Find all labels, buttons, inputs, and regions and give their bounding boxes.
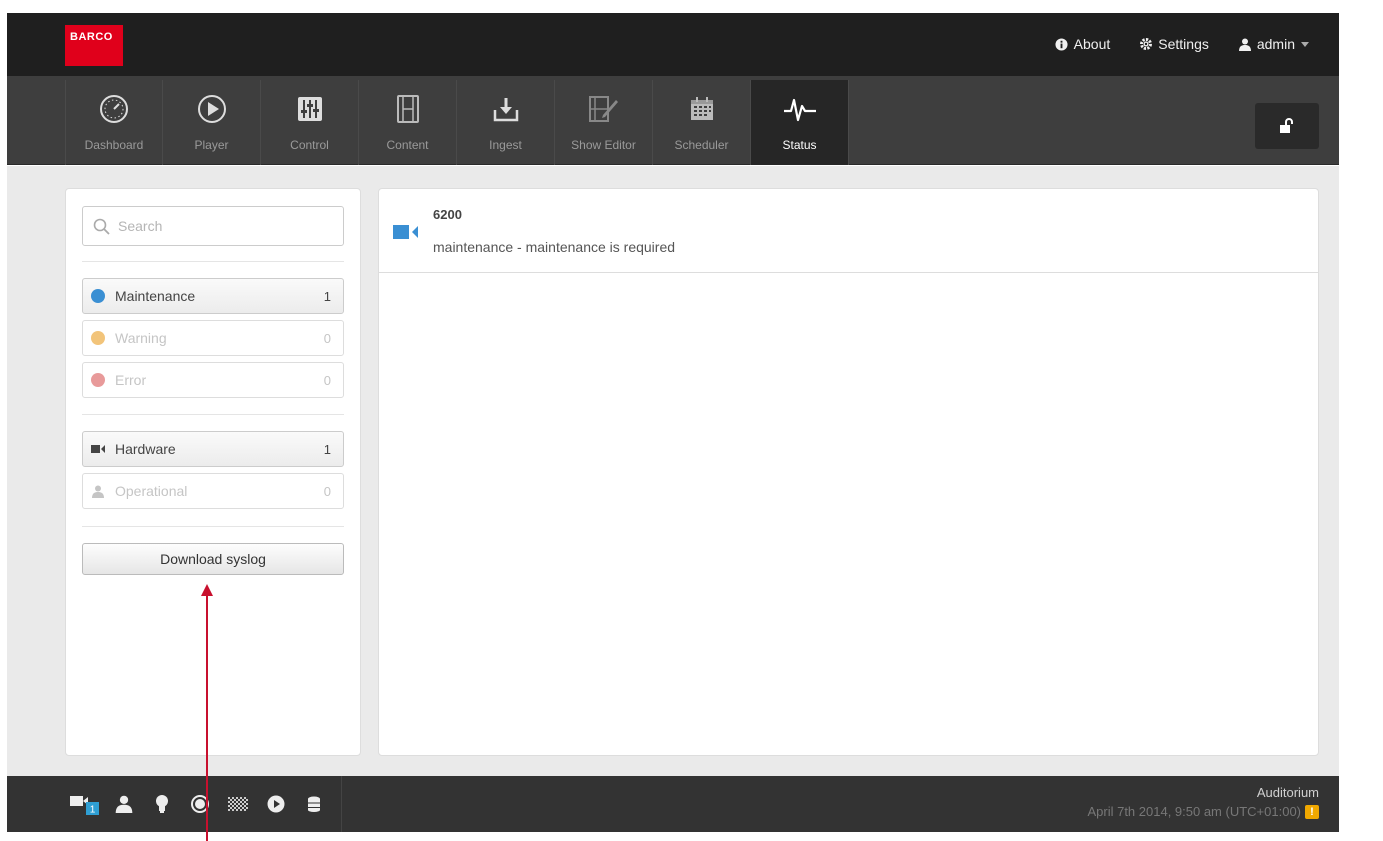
divider (82, 414, 344, 415)
nav-ingest[interactable]: Ingest (457, 80, 555, 165)
filter-operational[interactable]: Operational 0 (82, 473, 344, 509)
barco-logo[interactable]: BARCO (65, 25, 123, 66)
divider (82, 526, 344, 527)
nav-label: Show Editor (571, 138, 636, 152)
info-circle-icon (1055, 37, 1068, 51)
storage-status[interactable] (295, 776, 333, 832)
user-status[interactable] (105, 776, 143, 832)
status-list-panel: 6200 maintenance - maintenance is requir… (378, 188, 1319, 756)
filter-warning[interactable]: Warning 0 (82, 320, 344, 356)
lamp-icon (156, 795, 168, 813)
camera-icon (393, 225, 418, 239)
camera-icon (91, 445, 105, 453)
nav-dashboard[interactable]: Dashboard (65, 80, 163, 165)
nav-label: Scheduler (674, 138, 729, 152)
show-editor-icon (587, 92, 621, 126)
play-icon (195, 92, 229, 126)
filter-hardware[interactable]: Hardware 1 (82, 431, 344, 467)
warning-dot-icon (91, 331, 105, 345)
annotation-arrow-icon (201, 584, 213, 841)
test-pattern-status[interactable] (219, 776, 257, 832)
search-box[interactable] (82, 206, 344, 246)
filter-maintenance[interactable]: Maintenance 1 (82, 278, 344, 314)
main-nav: Dashboard Player Control Content Ingest (7, 76, 1339, 165)
filter-error[interactable]: Error 0 (82, 362, 344, 398)
sliders-icon (293, 92, 327, 126)
status-item[interactable]: 6200 maintenance - maintenance is requir… (379, 189, 1318, 273)
nav-label: Player (194, 138, 229, 152)
maintenance-dot-icon (91, 289, 105, 303)
filter-label: Operational (115, 483, 188, 499)
logo-text: BARCO (70, 31, 113, 43)
projector-badge: 1 (90, 805, 96, 816)
play-circle-icon (267, 795, 285, 813)
datetime-text: April 7th 2014, 9:50 am (UTC+01:00) (1087, 804, 1301, 819)
error-dot-icon (91, 373, 105, 387)
user-icon (92, 485, 104, 498)
gear-icon (1140, 38, 1153, 50)
user-icon (115, 795, 133, 813)
user-icon (1238, 38, 1251, 51)
filter-label: Maintenance (115, 288, 196, 304)
user-label: admin (1256, 36, 1295, 52)
search-icon (93, 218, 110, 235)
unlock-icon (1280, 118, 1293, 133)
nav-label: Dashboard (84, 138, 144, 152)
film-icon (391, 92, 425, 126)
nav-player[interactable]: Player (163, 80, 261, 165)
filter-count: 1 (323, 288, 331, 304)
filter-label: Warning (115, 330, 167, 346)
nav-content[interactable]: Content (359, 80, 457, 165)
filter-count: 0 (323, 483, 331, 499)
heartbeat-icon (783, 92, 817, 126)
datetime-row: April 7th 2014, 9:50 am (UTC+01:00) ! (1087, 804, 1319, 819)
divider (82, 261, 344, 262)
about-link[interactable]: About (1055, 36, 1111, 52)
top-menu: About Settings admin (1055, 36, 1309, 52)
filter-label: Error (115, 372, 147, 388)
filter-label: Hardware (115, 441, 176, 457)
nav-control[interactable]: Control (261, 80, 359, 165)
divider (341, 776, 342, 832)
nav-label: Ingest (489, 138, 522, 152)
status-item-message: maintenance - maintenance is required (433, 239, 676, 255)
filter-count: 0 (323, 330, 331, 346)
nav-label: Control (290, 138, 329, 152)
venue-name: Auditorium (1256, 785, 1319, 800)
status-item-title: 6200 (433, 207, 462, 222)
lamp-status[interactable] (143, 776, 181, 832)
filter-count: 1 (323, 441, 331, 457)
nav-scheduler[interactable]: Scheduler (653, 80, 751, 165)
download-syslog-button[interactable]: Download syslog (82, 543, 344, 575)
dashboard-icon (97, 92, 131, 126)
settings-link[interactable]: Settings (1140, 36, 1209, 52)
nav-status[interactable]: Status (751, 80, 849, 165)
about-label: About (1073, 36, 1111, 52)
projector-status[interactable]: 1 (65, 776, 105, 832)
search-input[interactable] (118, 218, 318, 234)
checkerboard-icon (228, 797, 248, 811)
filter-count: 0 (323, 372, 331, 388)
playback-status[interactable] (257, 776, 295, 832)
download-tray-icon (489, 92, 523, 126)
calendar-icon (685, 92, 719, 126)
top-bar: BARCO About Settings admin (7, 13, 1339, 76)
warning-icon[interactable]: ! (1305, 804, 1319, 819)
settings-label: Settings (1158, 36, 1209, 52)
caret-down-icon (1301, 41, 1309, 47)
device-info: Auditorium April 7th 2014, 9:50 am (UTC+… (1087, 785, 1319, 819)
nav-label: Content (386, 138, 429, 152)
nav-label: Status (782, 138, 817, 152)
user-menu[interactable]: admin (1238, 36, 1309, 52)
database-icon (308, 796, 320, 812)
lock-button[interactable] (1255, 103, 1319, 149)
projector-icon: 1 (70, 796, 99, 816)
nav-show-editor[interactable]: Show Editor (555, 80, 653, 165)
